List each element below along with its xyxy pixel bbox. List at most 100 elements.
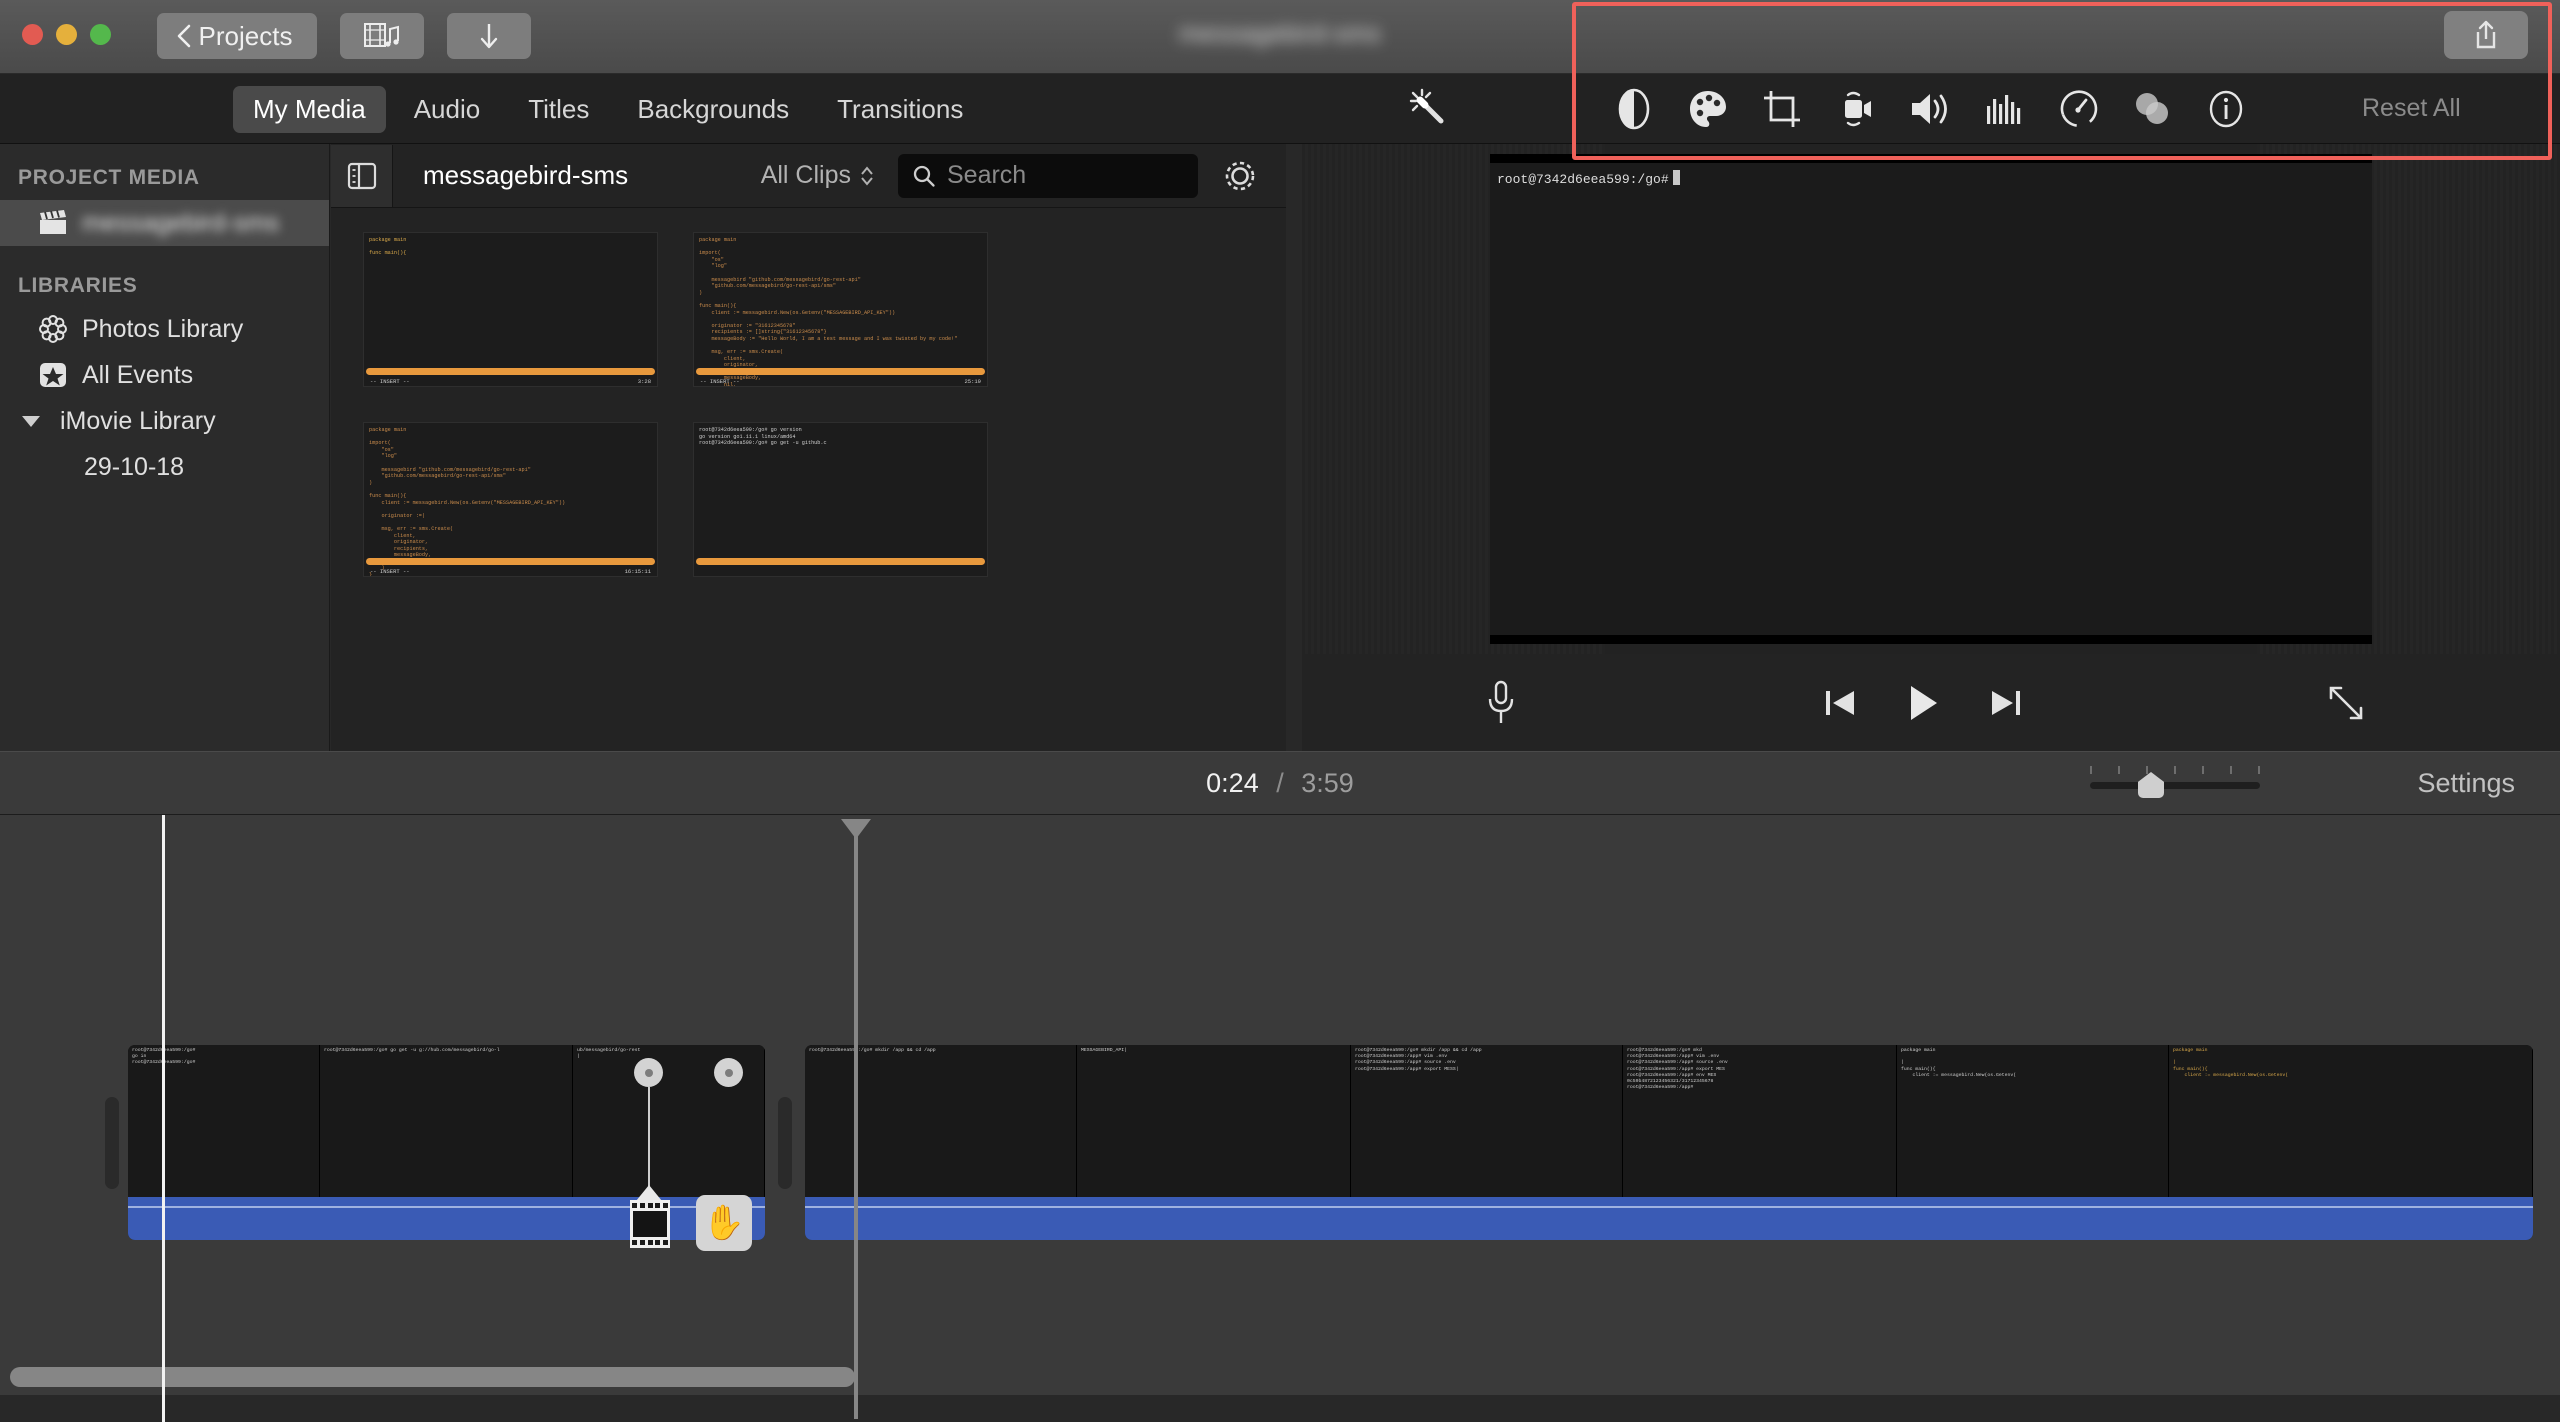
volume-icon[interactable]	[1904, 83, 1956, 135]
sidebar-item-event-29-10-18[interactable]: 29-10-18	[0, 444, 329, 490]
terminal-caret	[1672, 170, 1680, 185]
clip-progress-bar	[696, 558, 985, 565]
color-balance-icon[interactable]	[1608, 83, 1660, 135]
clip-status: -- INSERT --	[370, 378, 410, 385]
clip-thumbnail-grid: package main func main(){ -- INSERT -- 3…	[331, 208, 1286, 577]
tab-my-media[interactable]: My Media	[233, 85, 386, 133]
crop-icon[interactable]	[1756, 83, 1808, 135]
skip-forward-icon[interactable]	[1989, 686, 2023, 720]
sidebar-toggle-icon[interactable]	[331, 144, 393, 207]
clip-code-text: package main func main(){	[369, 237, 407, 257]
window-title: messagebird-sms	[1179, 20, 1381, 48]
clip-statusline: -- INSERT -- 3:28	[370, 378, 651, 385]
sidebar-item-photos-library[interactable]: Photos Library	[0, 306, 329, 352]
timecode-current: 0:24	[1206, 767, 1259, 798]
photos-icon	[36, 314, 70, 344]
timeline-scrollbar[interactable]	[10, 1367, 2552, 1387]
microphone-icon[interactable]	[1484, 680, 1518, 726]
settings-button[interactable]: Settings	[2417, 768, 2515, 799]
sidebar-label-all-events: All Events	[82, 360, 194, 389]
clip-thumbnail[interactable]: root@7342d6eea599:/go# go version go ver…	[693, 422, 988, 577]
clip-progress-bar	[366, 558, 655, 565]
timeline-zoom-slider[interactable]	[2090, 766, 2260, 802]
library-tabstrip: My Media Audio Titles Backgrounds Transi…	[0, 74, 1286, 144]
clip-thumbnail[interactable]: package main func main(){ -- INSERT -- 3…	[363, 232, 658, 387]
timeline-clip[interactable]: root@7342d6eea599:/go# mkdir /app && cd …	[805, 1045, 2533, 1240]
play-icon[interactable]	[1905, 683, 1941, 723]
transport-controls	[1302, 654, 2560, 751]
clip-frame-text: package main | func main(){ client := me…	[1901, 1048, 2017, 1078]
skip-back-icon[interactable]	[1823, 686, 1857, 720]
clip-progress-bar	[696, 368, 985, 375]
clip-audio-track[interactable]	[805, 1197, 2533, 1240]
timecode-separator: /	[1276, 767, 1284, 798]
clip-progress-bar	[366, 368, 655, 375]
zoom-slider-ticks	[2090, 766, 2260, 774]
title-bar: Projects messagebird-sms	[0, 0, 2560, 74]
clip-status: -- INSERT --	[700, 378, 740, 385]
clip-frame-text: root@7342d6eea599:/go# mkdir /app && cd …	[809, 1048, 936, 1053]
clip-thumbnail[interactable]: package main import( "os" "log" messageb…	[693, 232, 988, 387]
timeline-panel[interactable]: root@7342d6eea599:/go# go in root@7342d6…	[0, 815, 2560, 1422]
video-stage[interactable]: root@7342d6eea599:/go#	[1302, 144, 2560, 654]
disclosure-triangle-icon[interactable]	[14, 415, 48, 427]
clip-video-track: root@7342d6eea599:/go# go in root@7342d6…	[128, 1045, 765, 1197]
search-icon	[912, 164, 936, 188]
gear-icon[interactable]	[1216, 152, 1264, 200]
filmstrip-inner	[633, 1211, 667, 1237]
share-icon	[2471, 19, 2501, 51]
clip-filter-dropdown[interactable]: All Clips	[761, 161, 874, 190]
hand-icon: ✋	[696, 1195, 752, 1251]
search-placeholder: Search	[947, 161, 1027, 189]
info-icon[interactable]	[2200, 83, 2252, 135]
libraries-header: LIBRARIES	[18, 274, 138, 297]
zoom-slider-knob[interactable]	[2138, 772, 2164, 798]
timeline-scrollbar-thumb[interactable]	[10, 1367, 855, 1387]
drag-arrow-icon	[636, 1185, 662, 1201]
share-button[interactable]	[2444, 11, 2528, 59]
clapperboard-icon	[36, 210, 70, 236]
tab-backgrounds[interactable]: Backgrounds	[617, 86, 809, 133]
skimmer-playhead[interactable]	[841, 819, 871, 1419]
fullscreen-icon[interactable]	[2328, 685, 2364, 721]
sidebar-label-event: 29-10-18	[84, 452, 185, 481]
speed-icon[interactable]	[2052, 83, 2104, 135]
star-icon	[36, 360, 70, 390]
stabilization-icon[interactable]	[1830, 83, 1882, 135]
tab-transitions[interactable]: Transitions	[817, 86, 983, 133]
sidebar-project-name: messagebird-sms	[82, 208, 280, 237]
clip-drag-handle[interactable]	[714, 1058, 743, 1087]
timecode-display: 0:24 / 3:59	[1206, 768, 1354, 799]
clip-statusline: -- INSERT -- 16:15:11	[370, 568, 651, 575]
browser-title: messagebird-sms	[423, 160, 629, 190]
clip-code-text: package main import( "os" "log" messageb…	[369, 427, 566, 577]
clip-trim-handle-left[interactable]	[105, 1097, 119, 1189]
zoom-slider-track[interactable]	[2090, 782, 2260, 789]
library-sidebar: PROJECT MEDIA messagebird-sms LIBRARIES	[0, 144, 330, 751]
color-correction-icon[interactable]	[1682, 83, 1734, 135]
clip-statusline: -- INSERT -- 25:19	[700, 378, 981, 385]
sidebar-item-all-events[interactable]: All Events	[0, 352, 329, 398]
reset-all-button[interactable]: Reset All	[2362, 94, 2461, 123]
clip-code-text: package main import( "os" "log" messageb…	[699, 237, 958, 387]
clip-frame-text: root@7342d6eea599:/go# mkd root@7342d6ee…	[1627, 1048, 1728, 1091]
clip-frame-text: root@7342d6eea599:/go# go get -u g://hub…	[324, 1048, 500, 1053]
timecode-total: 3:59	[1301, 767, 1354, 798]
clip-trim-handle-right[interactable]	[778, 1097, 792, 1189]
clip-drag-handle[interactable]	[634, 1058, 663, 1087]
sidebar-label-imovie-library: iMovie Library	[60, 406, 216, 435]
sidebar-item-imovie-library[interactable]: iMovie Library	[0, 398, 329, 444]
clip-filter-label: All Clips	[760, 161, 851, 189]
sidebar-item-project[interactable]: messagebird-sms	[0, 200, 329, 246]
tab-audio[interactable]: Audio	[394, 86, 501, 133]
tab-titles[interactable]: Titles	[508, 86, 609, 133]
clip-thumbnail[interactable]: package main import( "os" "log" messageb…	[363, 422, 658, 577]
equalizer-icon[interactable]	[1978, 83, 2030, 135]
playhead[interactable]	[162, 815, 165, 1422]
search-input[interactable]: Search	[898, 153, 1198, 198]
video-frame: root@7342d6eea599:/go#	[1490, 154, 2372, 644]
timecode-bar: 0:24 / 3:59 Settings	[0, 751, 2560, 815]
magic-wand-icon[interactable]	[1402, 82, 1456, 136]
clip-frame-text: root@7342d6eea599:/go# mkdir /app && cd …	[1355, 1048, 1482, 1072]
filters-icon[interactable]	[2126, 83, 2178, 135]
